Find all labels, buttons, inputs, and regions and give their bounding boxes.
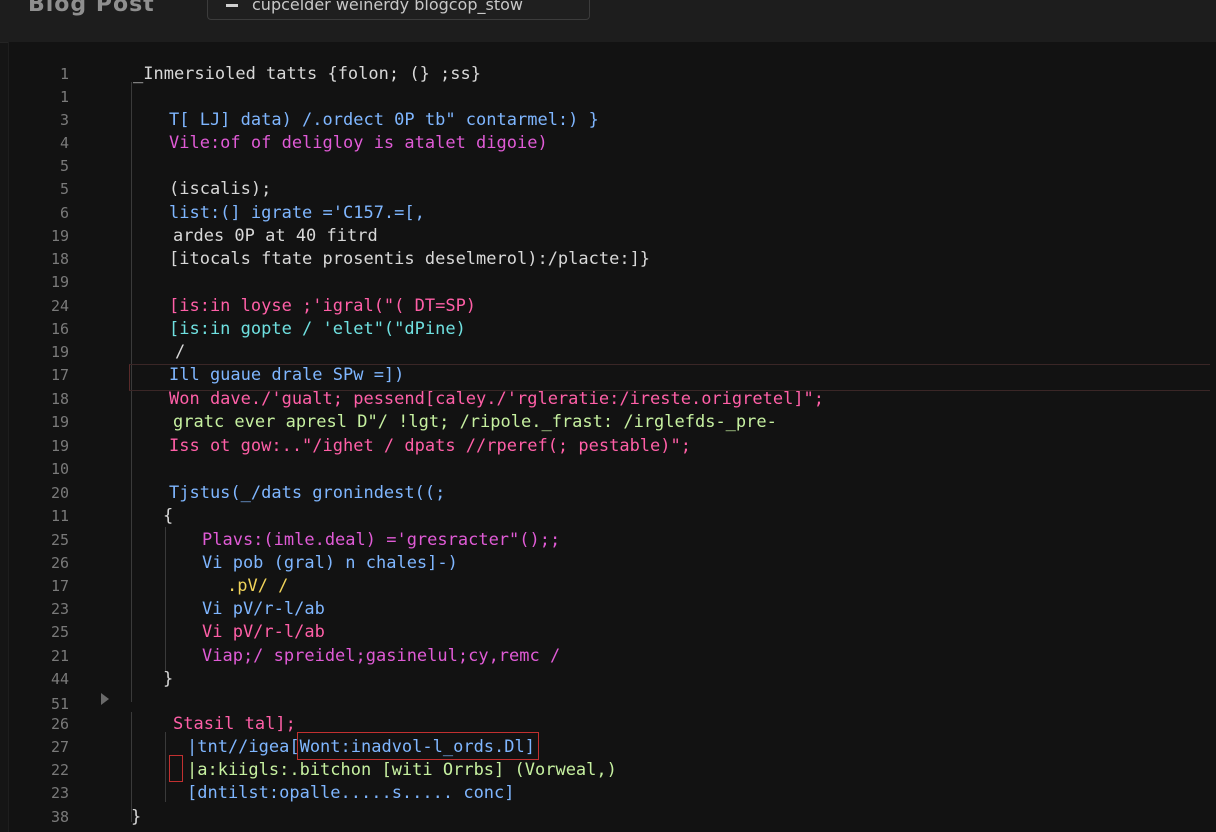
code-line[interactable]: 17 .pV/ /	[9, 575, 1216, 598]
code-line[interactable]: 38}	[9, 806, 1216, 829]
code-editor[interactable]: 1 _Inmersioled tatts {folon; (} ;ss} 1 3 T[ …	[8, 42, 1216, 832]
code-text: Vi pV/r-l/ab	[202, 599, 325, 619]
code-text: list:(] igrate ='C157.=[,	[169, 203, 425, 223]
code-text: [is:in gopte / 'elet"("dPine)	[169, 319, 466, 339]
code-line[interactable]: 22 |a:kiigls:.bitchon [witi Orrbs] (Vorwe…	[9, 759, 1216, 782]
code-line[interactable]: 4 Vile:of of deligloy is atalet digoie)	[9, 132, 1216, 155]
line-number: 20	[50, 484, 69, 502]
code-text: Stasil tal];	[173, 714, 296, 734]
line-number: 19	[50, 273, 69, 291]
line-number: 1	[59, 88, 69, 106]
code-line[interactable]: 1	[9, 86, 1216, 109]
code-line[interactable]: 10	[9, 458, 1216, 481]
code-line[interactable]: 6 list:(] igrate ='C157.=[,	[9, 202, 1216, 225]
title-bar: Blog Post cupcelder weinerdy blogcop_sto…	[0, 0, 1216, 43]
line-number: 18	[50, 250, 69, 268]
code-line[interactable]: 11 {	[9, 505, 1216, 528]
code-line[interactable]: 5	[9, 155, 1216, 178]
app-title: Blog Post	[28, 0, 155, 17]
code-line[interactable]: 5 (iscalis);	[9, 178, 1216, 201]
line-number: 4	[59, 134, 69, 152]
line-number: 23	[50, 784, 69, 802]
code-line[interactable]: 23 [dntilst:opalle.....s..... conc]	[9, 782, 1216, 805]
code-text: }	[131, 807, 142, 827]
code-line[interactable]: 24 [is:in loyse ;'igral("( DT=SP)	[9, 295, 1216, 318]
line-number: 3	[59, 111, 69, 129]
code-line[interactable]: 19 gratc ever apresl D"/ !lgt; /ripole._f…	[9, 411, 1216, 434]
code-text: [itocals ftate prosentis deselmerol):/pl…	[169, 249, 651, 269]
code-line[interactable]: 25 Plavs:(imle.deal) ='gresracter"();;	[9, 529, 1216, 552]
code-text: |a:kiigls:.bitchon [witi Orrbs] (Vorweal…	[187, 760, 617, 780]
line-number: 19	[50, 343, 69, 361]
code-line[interactable]: 20 Tjstus(_/dats gronindest((;	[9, 482, 1216, 505]
code-text: Vi pob (gral) n chales]-)	[202, 553, 458, 573]
line-number: 23	[50, 600, 69, 618]
line-number: 5	[59, 180, 69, 198]
line-number: 1	[59, 65, 69, 83]
menu-icon	[226, 4, 238, 7]
line-number: 21	[50, 647, 69, 665]
line-number: 27	[50, 738, 69, 756]
code-line[interactable]: 23 Vi pV/r-l/ab	[9, 598, 1216, 621]
code-text: Won dave./'gualt; pessend[caley./'rglera…	[169, 389, 825, 409]
line-number: 26	[50, 715, 69, 733]
code-line[interactable]: 21 Viap;/ spreidel;gasinelul;cy,remc /	[9, 645, 1216, 668]
code-text: T[ LJ] data) /.ordect 0P tb" contarmel:)…	[169, 110, 599, 130]
code-line[interactable]: 16 [is:in gopte / 'elet"("dPine)	[9, 318, 1216, 341]
file-tab[interactable]: cupcelder weinerdy blogcop_stow	[207, 0, 590, 20]
code-line[interactable]: 17 Ill guaue drale SPw =])	[9, 364, 1216, 387]
code-line[interactable]: 1 _Inmersioled tatts {folon; (} ;ss}	[9, 63, 1216, 86]
line-number: 25	[50, 531, 69, 549]
code-text: /	[175, 342, 186, 362]
line-number: 19	[50, 437, 69, 455]
line-number: 22	[50, 761, 69, 779]
code-text: Plavs:(imle.deal) ='gresracter"();;	[202, 530, 561, 550]
line-number: 25	[50, 623, 69, 641]
line-number: 44	[50, 670, 69, 688]
code-line[interactable]: 19 ardes 0P at 40 fitrd	[9, 225, 1216, 248]
code-text: Viap;/ spreidel;gasinelul;cy,remc /	[202, 646, 561, 666]
code-line[interactable]: 44}	[9, 668, 1216, 691]
line-number: 5	[59, 157, 69, 175]
code-text: Ill guaue drale SPw =])	[169, 365, 405, 385]
line-number: 38	[50, 808, 69, 826]
code-line[interactable]: 25 Vi pV/r-l/ab	[9, 621, 1216, 644]
code-text: ardes 0P at 40 fitrd	[173, 226, 378, 246]
line-number: 10	[50, 460, 69, 478]
line-number: 11	[50, 507, 69, 525]
file-tab-label: cupcelder weinerdy blogcop_stow	[252, 0, 523, 14]
code-text: |tnt//igea[Wont:inadvol-l_ords.Dl]	[187, 737, 535, 757]
code-text: (iscalis);	[169, 179, 272, 199]
line-number: 19	[50, 227, 69, 245]
code-line[interactable]: 26 Vi pob (gral) n chales]-)	[9, 552, 1216, 575]
line-number: 6	[59, 204, 69, 222]
code-text: [dntilst:opalle.....s..... conc]	[187, 783, 515, 803]
code-text: {	[163, 506, 174, 526]
code-line[interactable]: 18 Won dave./'gualt; pessend[caley./'rgle…	[9, 388, 1216, 411]
code-text: gratc ever apresl D"/ !lgt; /ripole._fra…	[173, 412, 777, 432]
line-number: 19	[50, 413, 69, 431]
code-text: Vi pV/r-l/ab	[202, 622, 325, 642]
line-number: 16	[50, 320, 69, 338]
line-number: 24	[50, 297, 69, 315]
code-text: [is:in loyse ;'igral("( DT=SP)	[169, 296, 477, 316]
code-text: Iss ot gow:.."/ighet / dpats //rperef(; …	[169, 436, 691, 456]
code-text: Tjstus(_/dats gronindest((;	[169, 483, 446, 503]
code-line[interactable]: 3 T[ LJ] data) /.ordect 0P tb" contarmel:…	[9, 109, 1216, 132]
line-number: 18	[50, 390, 69, 408]
line-number: 26	[50, 554, 69, 572]
code-text: }	[163, 669, 174, 689]
code-line[interactable]: 19 Iss ot gow:.."/ighet / dpats //rperef(…	[9, 435, 1216, 458]
code-line[interactable]: 18 [itocals ftate prosentis deselmerol):/…	[9, 248, 1216, 271]
line-number: 17	[50, 577, 69, 595]
code-line[interactable]: 27 |tnt//igea[Wont:inadvol-l_ords.Dl]	[9, 736, 1216, 759]
code-text: _Inmersioled tatts {folon; (} ;ss}	[133, 64, 481, 84]
code-text: .pV/ /	[227, 576, 289, 596]
code-line[interactable]: 19 /	[9, 341, 1216, 364]
code-line[interactable]: 26 Stasil tal];	[9, 713, 1216, 736]
code-text: Vile:of of deligloy is atalet digoie)	[169, 133, 548, 153]
line-number: 17	[50, 366, 69, 384]
code-line[interactable]: 19	[9, 271, 1216, 294]
